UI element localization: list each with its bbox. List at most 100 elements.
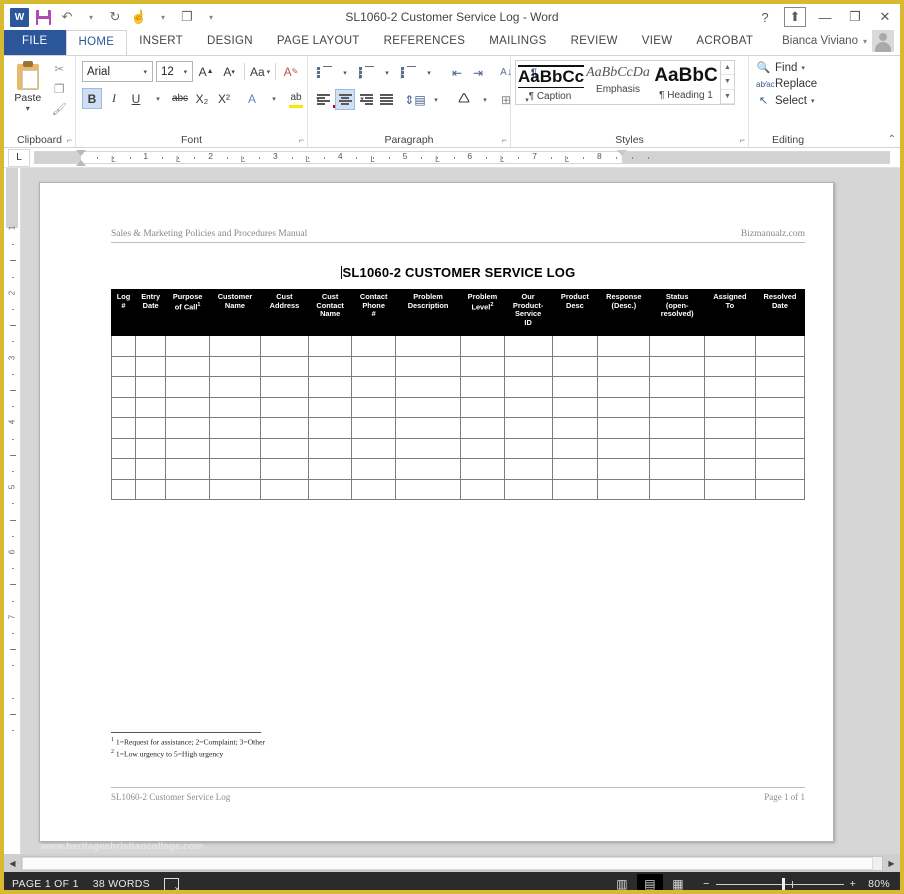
table-cell[interactable] <box>134 417 167 439</box>
clear-formatting-icon[interactable]: A ✎ <box>281 61 301 82</box>
table-cell[interactable] <box>111 417 136 439</box>
table-cell[interactable] <box>703 437 756 459</box>
table-cell[interactable] <box>134 458 167 480</box>
first-line-indent-marker[interactable] <box>76 150 86 156</box>
table-cell[interactable] <box>394 478 462 500</box>
table-cell[interactable] <box>503 437 553 459</box>
table-cell[interactable] <box>460 417 505 439</box>
style-item-emphasis[interactable]: AaBbCcDa Emphasis <box>584 61 652 104</box>
underline-button[interactable]: U <box>126 88 146 109</box>
table-cell[interactable] <box>703 478 756 500</box>
zoom-track[interactable] <box>715 877 844 890</box>
table-row[interactable] <box>111 417 806 439</box>
table-cell[interactable] <box>649 396 705 418</box>
ruler-tab-marker[interactable]: L <box>241 155 245 164</box>
find-button[interactable]: 🔍 Find ▾ <box>753 59 823 76</box>
avatar[interactable] <box>872 30 894 52</box>
text-effects-icon[interactable]: A <box>242 88 262 109</box>
table-cell[interactable] <box>551 478 599 500</box>
ruler-tab-marker[interactable]: L <box>565 155 569 164</box>
grow-font-icon[interactable]: A ▲ <box>196 61 216 82</box>
table-cell[interactable] <box>754 458 806 480</box>
style-item-heading1[interactable]: AaBbC ¶ Heading 1 <box>652 61 720 104</box>
table-cell[interactable] <box>208 417 262 439</box>
tab-insert[interactable]: INSERT <box>127 30 195 55</box>
table-cell[interactable] <box>351 376 396 398</box>
scroll-right-icon[interactable]: ▶ <box>883 854 900 872</box>
font-size-caret-icon[interactable]: ▾ <box>181 68 191 76</box>
table-cell[interactable] <box>703 396 756 418</box>
table-cell[interactable] <box>551 396 599 418</box>
ruler-tab-marker[interactable]: L <box>500 155 504 164</box>
tab-page-layout[interactable]: PAGE LAYOUT <box>265 30 372 55</box>
ribbon-display-options-icon[interactable]: ⬆ <box>784 7 806 27</box>
print-layout-view-icon[interactable]: ▤ <box>637 874 664 890</box>
table-cell[interactable] <box>208 396 262 418</box>
superscript-button[interactable]: X² <box>214 88 234 109</box>
tab-file[interactable]: FILE <box>4 30 66 55</box>
table-cell[interactable] <box>503 396 553 418</box>
table-cell[interactable] <box>703 417 756 439</box>
document-page[interactable]: Sales & Marketing Policies and Procedure… <box>39 182 834 842</box>
line-spacing-icon[interactable]: ⇕▤ <box>404 89 425 110</box>
tab-mailings[interactable]: MAILINGS <box>477 30 558 55</box>
find-caret-icon[interactable]: ▾ <box>801 64 805 72</box>
multilevel-caret-icon[interactable]: ▾ <box>419 62 439 83</box>
table-cell[interactable] <box>551 335 599 357</box>
table-row[interactable] <box>111 437 806 459</box>
account-caret-icon[interactable]: ▾ <box>863 37 867 46</box>
customize-qat-icon[interactable]: ▾ <box>200 6 222 28</box>
select-caret-icon[interactable]: ▾ <box>811 97 815 105</box>
change-case-icon[interactable]: Aa ▾ <box>250 61 270 82</box>
redo-icon[interactable]: ↻ <box>104 6 126 28</box>
table-cell[interactable] <box>649 478 705 500</box>
table-cell[interactable] <box>165 458 210 480</box>
cut-icon[interactable]: ✂ <box>54 62 64 76</box>
table-cell[interactable] <box>551 458 599 480</box>
format-painter-icon[interactable]: 🖌 <box>52 102 67 116</box>
replace-button[interactable]: ab⁄ac Replace <box>753 76 823 92</box>
table-cell[interactable] <box>460 376 505 398</box>
table-cell[interactable] <box>394 458 462 480</box>
undo-caret-icon[interactable]: ▾ <box>80 6 102 28</box>
bold-button[interactable]: B <box>82 88 102 109</box>
table-cell[interactable] <box>503 458 553 480</box>
table-row[interactable] <box>111 396 806 418</box>
table-cell[interactable] <box>260 417 309 439</box>
table-cell[interactable] <box>307 376 353 398</box>
tab-design[interactable]: DESIGN <box>195 30 265 55</box>
shading-icon[interactable]: 🛆 <box>454 89 474 110</box>
tab-acrobat[interactable]: ACROBAT <box>684 30 765 55</box>
styles-dialog-launcher-icon[interactable]: ⌐ <box>740 135 745 145</box>
table-cell[interactable] <box>503 478 553 500</box>
tab-review[interactable]: REVIEW <box>559 30 630 55</box>
vertical-ruler[interactable]: 1 2 3 4 5 6 7 <box>4 168 21 854</box>
table-cell[interactable] <box>503 355 553 377</box>
table-cell[interactable] <box>260 458 309 480</box>
table-cell[interactable] <box>111 335 136 357</box>
table-cell[interactable] <box>503 417 553 439</box>
touch-mode-icon[interactable]: ☝ <box>128 6 150 28</box>
table-cell[interactable] <box>703 335 756 357</box>
table-cell[interactable] <box>597 376 651 398</box>
help-icon[interactable]: ? <box>754 7 776 27</box>
align-center-icon[interactable] <box>335 89 355 110</box>
table-cell[interactable] <box>351 335 396 357</box>
table-cell[interactable] <box>208 437 262 459</box>
table-cell[interactable] <box>597 417 651 439</box>
numbering-caret-icon[interactable]: ▾ <box>377 62 397 83</box>
table-cell[interactable] <box>165 335 210 357</box>
table-cell[interactable] <box>208 458 262 480</box>
table-cell[interactable] <box>307 478 353 500</box>
table-cell[interactable] <box>394 376 462 398</box>
font-dialog-launcher-icon[interactable]: ⌐ <box>299 135 304 145</box>
table-cell[interactable] <box>551 437 599 459</box>
table-row[interactable] <box>111 355 806 377</box>
font-name-combo[interactable]: Arial ▾ <box>82 61 154 82</box>
styles-scroll-down-icon[interactable]: ▼ <box>721 75 734 90</box>
increase-indent-icon[interactable]: ⇥ <box>468 62 488 83</box>
zoom-slider[interactable]: − + <box>703 877 856 890</box>
restore-button[interactable]: ❐ <box>844 7 866 27</box>
ruler-tab-marker[interactable]: L <box>370 155 374 164</box>
table-cell[interactable] <box>649 355 705 377</box>
